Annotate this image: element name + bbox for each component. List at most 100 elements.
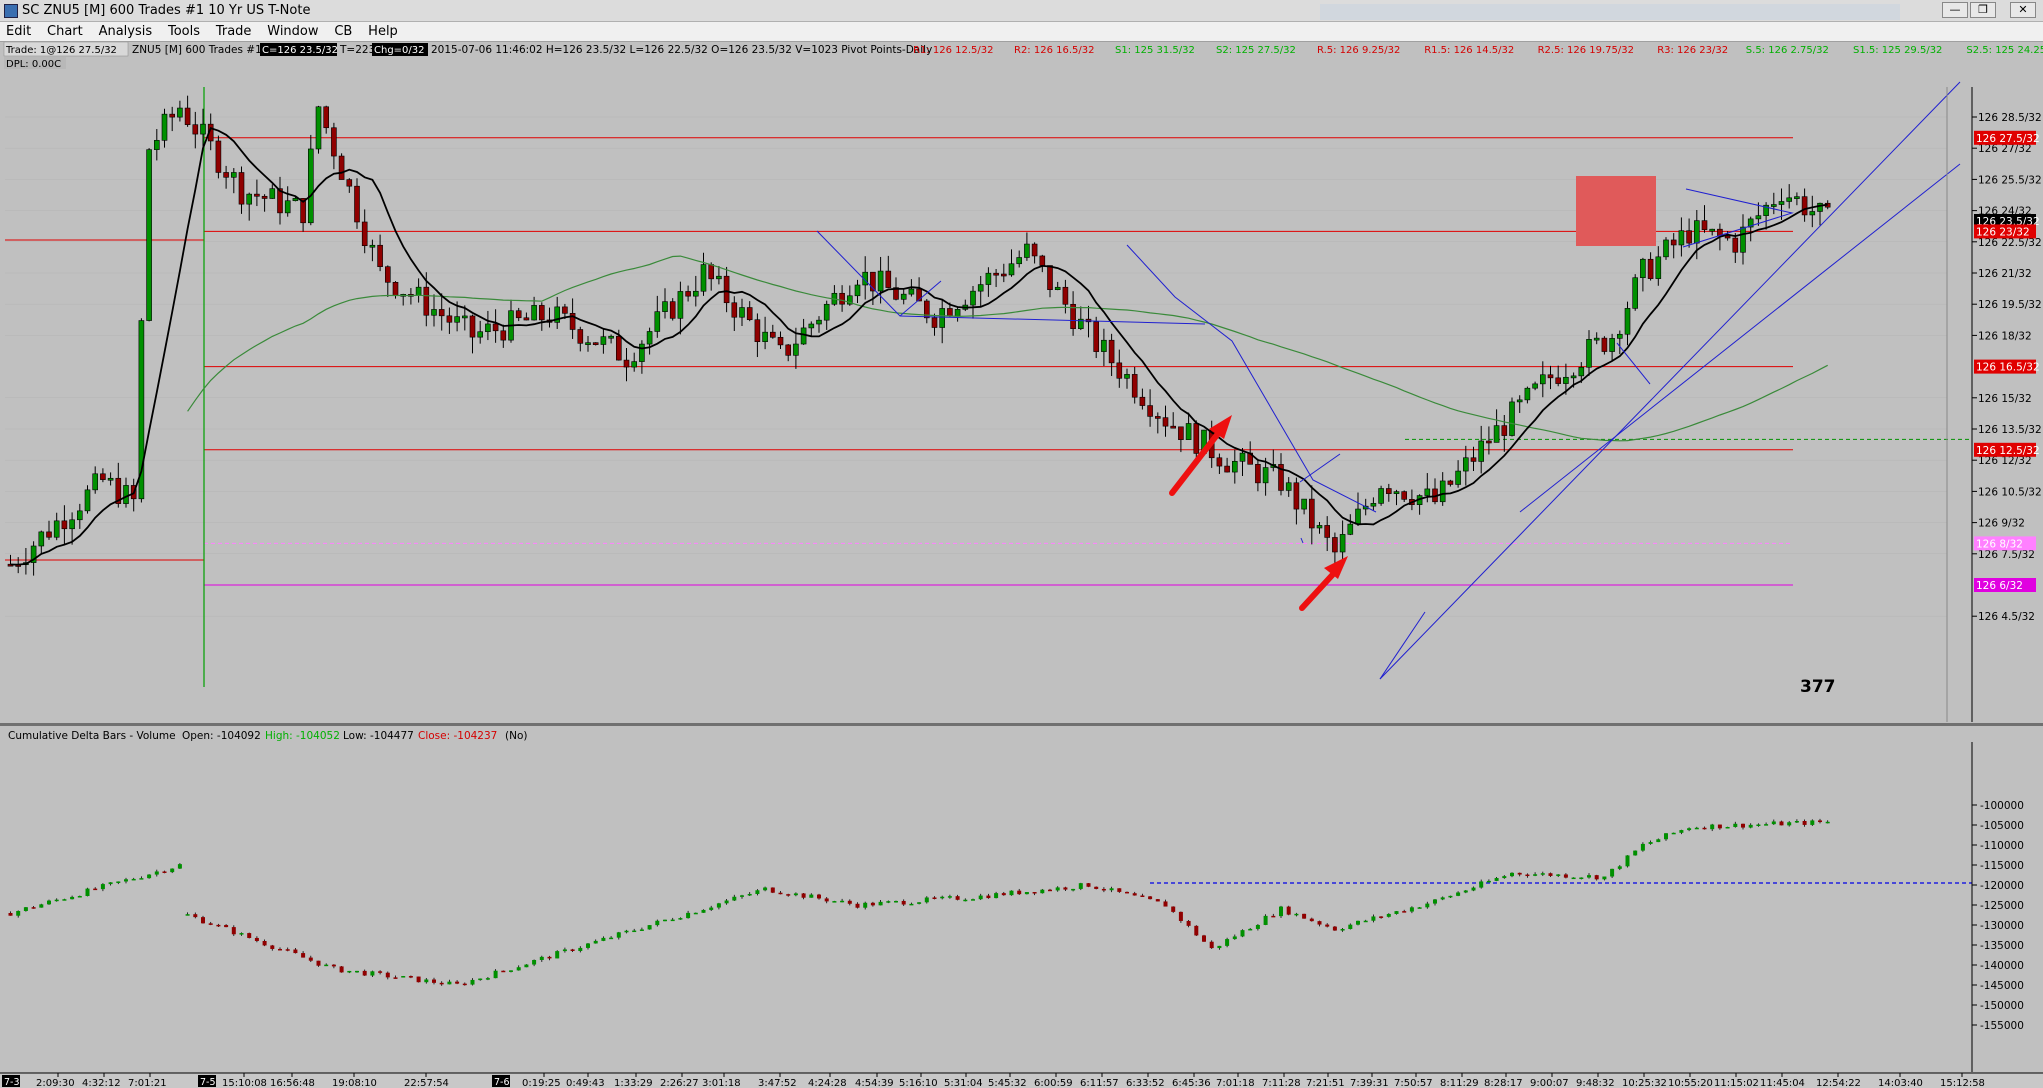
candle-body xyxy=(438,309,445,317)
restore-button[interactable]: ❐ xyxy=(1970,2,1996,18)
delta-tick-label: -115000 xyxy=(1980,860,2024,872)
candle-body xyxy=(1116,362,1123,379)
candle-body xyxy=(1524,387,1531,401)
delta-bar xyxy=(1748,824,1753,828)
delta-bar xyxy=(193,914,198,918)
delta-bar xyxy=(1787,822,1792,826)
candle-body xyxy=(1000,273,1007,277)
price-tick-label: 126 10.5/32 xyxy=(1978,486,2042,498)
menu-window[interactable]: Window xyxy=(261,22,324,39)
delta-bar xyxy=(1563,874,1568,878)
delta-bar xyxy=(1741,823,1745,828)
delta-bar xyxy=(347,970,352,973)
minimize-button[interactable]: — xyxy=(1942,2,1968,18)
time-label: 10:25:32 xyxy=(1622,1078,1667,1088)
price-tick-label: 126 25.5/32 xyxy=(1978,174,2042,186)
delta-bar xyxy=(1463,890,1468,893)
delta-bar xyxy=(62,899,67,901)
candle-body xyxy=(223,172,229,178)
delta-bar xyxy=(493,970,498,979)
candle-body xyxy=(1609,338,1615,352)
time-label: 6:11:57 xyxy=(1080,1078,1119,1088)
delta-bar xyxy=(77,896,82,898)
delta-bar xyxy=(8,913,13,916)
candle-body xyxy=(854,284,861,297)
delta-bar xyxy=(1240,930,1245,937)
delta-bar xyxy=(1302,913,1307,919)
delta-bar xyxy=(1694,827,1699,830)
delta-bar xyxy=(355,970,359,973)
delta-bar xyxy=(1702,827,1707,830)
delta-bar xyxy=(809,894,814,898)
delta-bar xyxy=(1594,875,1599,880)
delta-bar xyxy=(1186,920,1191,926)
delta-bar xyxy=(578,947,583,951)
candle-body xyxy=(361,221,368,247)
menu-analysis[interactable]: Analysis xyxy=(93,22,159,39)
delta-bar xyxy=(1163,901,1168,907)
candle-body xyxy=(1047,265,1053,290)
delta-bar xyxy=(1810,820,1815,825)
candle-body xyxy=(1786,197,1792,202)
pivot-label: R1: 126 12.5/32 xyxy=(913,45,993,56)
pane-divider[interactable] xyxy=(0,723,2043,726)
candle-body xyxy=(808,323,815,329)
delta-bar xyxy=(855,903,860,908)
time-label: 9:00:07 xyxy=(1530,1078,1569,1088)
delta-bar xyxy=(770,887,775,893)
candle-body xyxy=(500,330,507,341)
candle-body xyxy=(169,113,175,118)
candle-body xyxy=(731,302,738,318)
delta-bar xyxy=(901,900,906,905)
delta-bar xyxy=(847,900,852,904)
delta-bar xyxy=(1771,821,1776,825)
delta-bar xyxy=(1640,843,1645,851)
candle-body xyxy=(46,531,52,538)
candle-body xyxy=(939,308,946,328)
delta-tick-label: -120000 xyxy=(1980,880,2024,892)
delta-bar xyxy=(1055,887,1060,891)
menu-chart[interactable]: Chart xyxy=(41,22,89,39)
delta-high: High: -104052 xyxy=(265,730,340,742)
candle-body xyxy=(900,293,907,300)
change-box: Chg=0/32 xyxy=(374,45,425,56)
delta-bar xyxy=(1764,824,1769,826)
candle-body xyxy=(1162,417,1169,427)
pivot-label: R1.5: 126 14.5/32 xyxy=(1424,45,1514,56)
candle-body xyxy=(816,319,822,325)
menu-edit[interactable]: Edit xyxy=(0,22,37,39)
menu-tools[interactable]: Tools xyxy=(162,22,206,39)
menu-cb[interactable]: CB xyxy=(328,22,358,39)
delta-bar xyxy=(609,937,614,940)
candle-body xyxy=(1486,440,1492,444)
delta-bar xyxy=(201,917,205,924)
candle-body xyxy=(1401,491,1407,500)
delta-title: Cumulative Delta Bars - Volume xyxy=(8,730,176,742)
delta-bar xyxy=(262,940,267,946)
time-label: 7:21:51 xyxy=(1306,1078,1345,1088)
delta-bar xyxy=(362,970,367,976)
close-button[interactable]: ✕ xyxy=(2010,2,2036,18)
delta-bar xyxy=(1309,918,1314,922)
delta-tick-label: -155000 xyxy=(1980,1020,2024,1032)
candle-body xyxy=(492,323,499,332)
app-icon xyxy=(4,4,18,18)
trade-line: Trade: 1@126 27.5/32 xyxy=(5,45,117,56)
candle-body xyxy=(77,510,83,521)
candle-body xyxy=(53,520,60,538)
delta-bar xyxy=(886,901,891,903)
menu-trade[interactable]: Trade xyxy=(210,22,258,39)
chart-area[interactable]: Trade: 1@126 27.5/32 DPL: 0.00C ZNU5 [M]… xyxy=(0,42,2043,1088)
candle-body xyxy=(184,107,191,125)
candle-body xyxy=(1678,230,1685,246)
candle-body xyxy=(461,315,468,319)
delta-bar xyxy=(786,894,791,896)
symbol-label: ZNU5 [M] 600 Trades #1 xyxy=(132,44,262,56)
menu-help[interactable]: Help xyxy=(362,22,404,39)
delta-bar xyxy=(1556,874,1561,876)
candle-body xyxy=(1370,503,1377,507)
candle-body xyxy=(993,272,999,276)
candle-body xyxy=(200,123,206,135)
candle-body xyxy=(1178,426,1184,440)
delta-close: Close: -104237 xyxy=(418,730,497,742)
